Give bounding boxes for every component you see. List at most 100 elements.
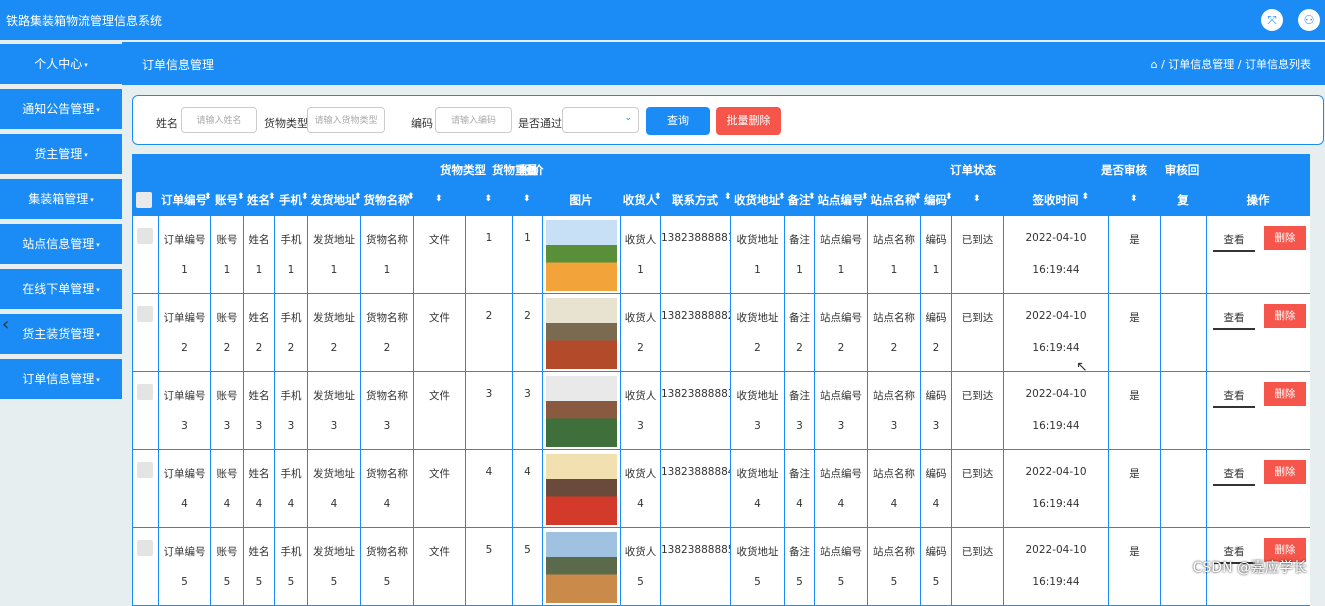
cell-text: 3 (524, 388, 531, 400)
cell-text: 备注 (789, 546, 810, 558)
delete-button[interactable]: 删除 (1264, 304, 1306, 328)
cell-text: 已到达 (961, 546, 994, 558)
delete-button[interactable]: 删除 (1264, 460, 1306, 484)
cell-text: 是 (1129, 312, 1140, 324)
sort-icon[interactable]: ⬍ (973, 194, 981, 204)
table-cell-sname: 站点名称 1 (867, 216, 920, 294)
sidebar-item-station[interactable]: 站点信息管理 ▾ (0, 224, 122, 264)
cell-text: 13823888885 (661, 544, 735, 556)
cell-text: 发货地址 (313, 312, 355, 324)
table-cell-name: 姓名 3 (243, 372, 274, 450)
table-cell-contact: 13823888884 (660, 450, 735, 528)
user-icon[interactable]: ⚇ (1298, 9, 1320, 31)
chevron-left-icon[interactable]: ‹ (2, 314, 9, 335)
sidebar-item-label: 集装箱管理 (28, 192, 89, 206)
view-button[interactable]: 查看 (1213, 308, 1255, 330)
cell-text: 1 (330, 264, 338, 276)
cell-text: 1 (754, 264, 761, 276)
cell-text: 订单编号 (163, 468, 206, 480)
table-cell-weight: 3 (465, 372, 512, 450)
sort-icon[interactable]: ⬍ (1082, 192, 1090, 202)
table-cell-note: 备注 5 (784, 528, 814, 606)
cell-text: 5 (383, 576, 391, 588)
app-title: 铁路集装箱物流管理信息系统 (6, 14, 163, 28)
view-button[interactable]: 查看 (1213, 230, 1255, 252)
cell-text: 3 (383, 420, 391, 432)
sort-icon[interactable]: ⬍ (945, 192, 953, 202)
batch-delete-button[interactable]: 批量删除 (716, 107, 781, 135)
table-cell-sname: 站点名称 5 (867, 528, 920, 606)
sort-icon[interactable]: ⬍ (407, 192, 415, 202)
table-cell-note: 备注 1 (784, 216, 814, 294)
row-checkbox[interactable] (137, 462, 153, 478)
table-cell-goods: 货物名称 4 (360, 450, 413, 528)
cell-text: 文件 (429, 312, 450, 324)
cell-text: 站点编号 (820, 234, 862, 246)
cell-text: 4 (837, 498, 845, 510)
fullscreen-icon[interactable]: ⤧ (1261, 9, 1283, 31)
sidebar-item-shipper[interactable]: 货主管理 ▾ (0, 134, 122, 174)
table-cell-phone: 手机 3 (274, 372, 307, 450)
sort-icon[interactable]: ⬍ (523, 194, 531, 204)
table-cell-addr: 发货地址 2 (307, 294, 360, 372)
table-row: 订单编号 3 账号 3 姓名 3 手机 3 发货地址 3 货物名称 3 文件 3 3 收货人 3 13823888… (132, 372, 1310, 450)
cell-text: 订单编号 (163, 390, 206, 402)
sidebar-item-label: 货主管理 (34, 147, 83, 161)
sidebar-item-personal-center[interactable]: 个人中心 ▾ (0, 44, 122, 84)
sidebar-item-order-info[interactable]: 订单信息管理 ▾ (0, 359, 122, 399)
cell-date: 2022-04-10 (1025, 232, 1087, 244)
delete-button[interactable]: 删除 (1264, 226, 1306, 250)
sidebar-item-online-order[interactable]: 在线下单管理 ▾ (0, 269, 122, 309)
cell-text: 已到达 (961, 234, 994, 246)
table-cell-name: 姓名 2 (243, 294, 274, 372)
table-cell-reply (1160, 450, 1206, 528)
goods-type-input[interactable]: 请输入货物类型 (307, 107, 385, 133)
table-cell-recv: 收货人 4 (620, 450, 660, 528)
cell-text: 文件 (429, 468, 450, 480)
name-label: 姓名 (156, 117, 178, 130)
sort-icon[interactable]: ⬍ (435, 194, 443, 204)
sort-icon[interactable]: ⬍ (485, 194, 493, 204)
cell-text: 站点名称 (873, 390, 915, 402)
table-cell-contact: 13823888881 (660, 216, 735, 294)
row-checkbox[interactable] (137, 306, 153, 322)
name-input[interactable]: 请输入姓名 (181, 107, 257, 133)
sidebar-item-container[interactable]: 集装箱管理 ▾ (0, 179, 122, 219)
pass-select[interactable]: ⌄ (562, 107, 639, 133)
cell-text: 13823888884 (661, 466, 735, 478)
cell-text: 收货人 (624, 234, 657, 246)
table-cell-acct: 账号 4 (210, 450, 243, 528)
cell-text: 备注 (789, 468, 810, 480)
sort-icon[interactable]: ⬍ (1130, 194, 1138, 204)
row-checkbox[interactable] (137, 228, 153, 244)
row-checkbox[interactable] (137, 540, 153, 556)
cell-text: 收货地址 (736, 546, 779, 558)
table-cell-contact: 13823888885 (660, 528, 735, 606)
cell-text: 4 (287, 498, 295, 510)
table-cell-sno: 站点编号 3 (814, 372, 867, 450)
view-button[interactable]: 查看 (1213, 464, 1255, 486)
page-title: 订单信息管理 (142, 58, 215, 72)
table-cell-code: 编码 2 (920, 294, 951, 372)
row-checkbox[interactable] (137, 384, 153, 400)
cell-text: 站点名称 (873, 312, 915, 324)
cell-text: 编码 (925, 234, 947, 246)
cell-text: 账号 (216, 390, 238, 402)
sidebar-item-loading[interactable]: 货主装货管理 ▾ (0, 314, 122, 354)
home-icon[interactable]: ⌂ (1151, 58, 1158, 71)
table-cell-audited: 是 (1108, 372, 1160, 450)
delete-button[interactable]: 删除 (1264, 382, 1306, 406)
pass-label: 是否通过 (518, 117, 562, 130)
goods-type-label: 货物类型 (264, 117, 308, 130)
table-cell-type: 文件 (413, 372, 465, 450)
goods-photo (546, 532, 617, 603)
table-cell-status: 已到达 (951, 216, 1003, 294)
table-header: 货物类型 货物重量 报价 订单状态 是否审核 审核回 订单编号 ⬍ 账号 ⬍ 姓名 ⬍ 手机 ⬍ 发货地址 ⬍… (132, 154, 1310, 216)
table-cell-goods: 货物名称 5 (360, 528, 413, 606)
cell-time: 16:19:44 (1032, 576, 1080, 588)
code-input[interactable]: 请输入编码 (435, 107, 512, 133)
view-button[interactable]: 查看 (1213, 386, 1255, 408)
sidebar-item-notice[interactable]: 通知公告管理 ▾ (0, 89, 122, 129)
cell-text: 发货地址 (313, 546, 355, 558)
query-button[interactable]: 查询 (646, 107, 710, 135)
